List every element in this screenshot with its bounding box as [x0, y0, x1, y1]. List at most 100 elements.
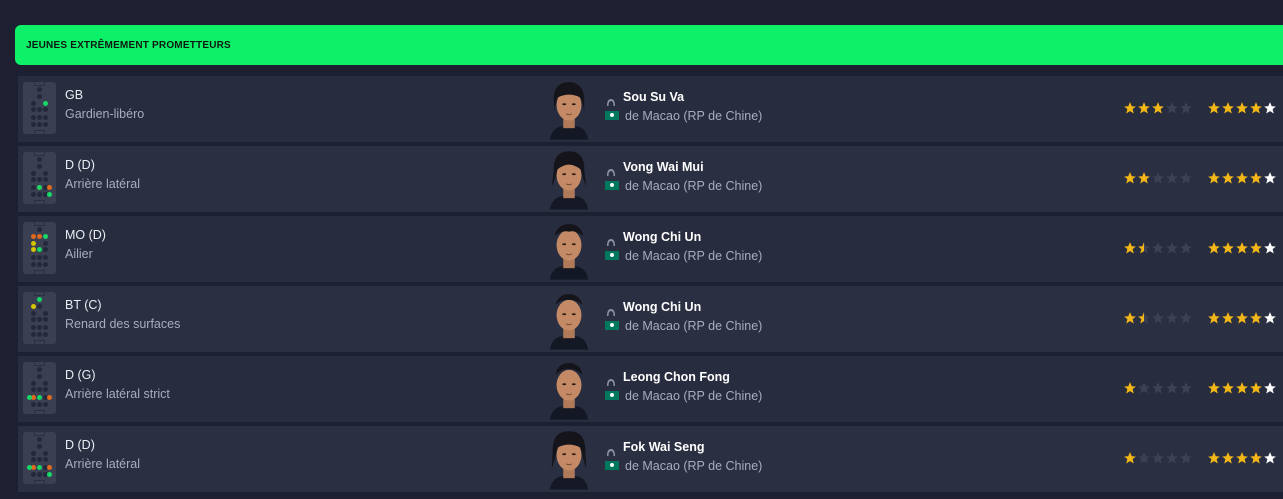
star-icon: [1166, 382, 1178, 394]
position-pitch-icon: [23, 152, 56, 204]
star-icon: [1152, 452, 1164, 464]
current-ability-stars: [1123, 381, 1193, 395]
role-label: Arrière latéral: [65, 177, 141, 191]
star-icon: [1264, 102, 1276, 114]
star-icon: [1208, 102, 1220, 114]
star-icon: [1208, 242, 1220, 254]
macau-flag-icon: [605, 251, 619, 260]
player-list: GB Gardien-libéro Sou Su Va de Macao (RP de…: [18, 76, 1283, 496]
potential-ability-stars: [1207, 311, 1277, 325]
person-icon: [606, 443, 616, 456]
person-icon: [606, 233, 616, 246]
star-icon: [1236, 382, 1248, 394]
star-icon: [1264, 242, 1276, 254]
position-label: D (D): [65, 438, 95, 452]
star-icon: [1138, 382, 1150, 394]
star-icon: [1166, 102, 1178, 114]
player-name-link[interactable]: Vong Wai Mui: [623, 160, 704, 174]
star-icon: [1264, 452, 1276, 464]
panel-title: JEUNES EXTRÊMEMENT PROMETTEURS: [26, 39, 231, 51]
macau-flag-icon: [605, 321, 619, 330]
player-name-link[interactable]: Fok Wai Seng: [623, 440, 705, 454]
role-label: Arrière latéral: [65, 457, 141, 471]
current-ability-stars: [1123, 171, 1193, 185]
star-icon: [1222, 172, 1234, 184]
position-label: D (G): [65, 368, 96, 382]
star-icon: [1152, 102, 1164, 114]
star-icon: [1236, 312, 1248, 324]
player-portrait: [546, 218, 592, 280]
nationality-label: de Macao (RP de Chine): [625, 109, 763, 123]
nationality-label: de Macao (RP de Chine): [625, 179, 763, 193]
current-ability-stars: [1123, 451, 1193, 465]
person-icon: [606, 93, 616, 106]
potential-ability-stars: [1207, 451, 1277, 465]
player-name-link[interactable]: Leong Chon Fong: [623, 370, 730, 384]
panel-header: JEUNES EXTRÊMEMENT PROMETTEURS: [15, 25, 1283, 65]
star-icon: [1138, 102, 1150, 114]
star-icon: [1222, 382, 1234, 394]
star-icon: [1222, 242, 1234, 254]
star-icon: [1180, 242, 1192, 254]
position-label: MO (D): [65, 228, 106, 242]
star-icon: [1180, 312, 1192, 324]
current-ability-stars: [1123, 241, 1193, 255]
star-icon: [1138, 312, 1150, 324]
nationality-label: de Macao (RP de Chine): [625, 459, 763, 473]
player-portrait: [546, 428, 592, 490]
star-icon: [1180, 172, 1192, 184]
person-icon: [606, 373, 616, 386]
macau-flag-icon: [605, 391, 619, 400]
star-icon: [1180, 452, 1192, 464]
player-portrait: [546, 148, 592, 210]
macau-flag-icon: [605, 111, 619, 120]
star-icon: [1250, 102, 1262, 114]
star-icon: [1264, 382, 1276, 394]
star-icon: [1222, 102, 1234, 114]
star-icon: [1124, 242, 1136, 254]
potential-ability-stars: [1207, 241, 1277, 255]
nationality-label: de Macao (RP de Chine): [625, 389, 763, 403]
star-icon: [1138, 172, 1150, 184]
star-icon: [1166, 242, 1178, 254]
role-label: Arrière latéral strict: [65, 387, 170, 401]
star-icon: [1124, 382, 1136, 394]
person-icon: [606, 303, 616, 316]
player-row[interactable]: GB Gardien-libéro Sou Su Va de Macao (RP de…: [18, 76, 1283, 142]
player-portrait: [546, 288, 592, 350]
macau-flag-icon: [605, 181, 619, 190]
star-icon: [1152, 242, 1164, 254]
star-icon: [1166, 452, 1178, 464]
star-icon: [1124, 312, 1136, 324]
star-icon: [1208, 452, 1220, 464]
player-name-link[interactable]: Sou Su Va: [623, 90, 684, 104]
star-icon: [1264, 312, 1276, 324]
player-row[interactable]: D (D) Arrière latéral Fok Wai Seng de Macao…: [18, 426, 1283, 492]
player-row[interactable]: MO (D) Ailier Wong Chi Un de Macao (RP de C…: [18, 216, 1283, 282]
player-row[interactable]: D (G) Arrière latéral strict Leong Chon Fo…: [18, 356, 1283, 422]
nationality-label: de Macao (RP de Chine): [625, 319, 763, 333]
star-icon: [1124, 172, 1136, 184]
star-icon: [1124, 452, 1136, 464]
star-icon: [1250, 172, 1262, 184]
star-icon: [1208, 172, 1220, 184]
star-icon: [1180, 102, 1192, 114]
player-name-link[interactable]: Wong Chi Un: [623, 230, 701, 244]
role-label: Gardien-libéro: [65, 107, 145, 121]
current-ability-stars: [1123, 101, 1193, 115]
star-icon: [1264, 172, 1276, 184]
nationality-label: de Macao (RP de Chine): [625, 249, 763, 263]
position-pitch-icon: [23, 82, 56, 134]
position-label: BT (C): [65, 298, 102, 312]
star-icon: [1236, 172, 1248, 184]
star-icon: [1208, 382, 1220, 394]
player-row[interactable]: BT (C) Renard des surfaces Wong Chi Un de M…: [18, 286, 1283, 352]
player-row[interactable]: D (D) Arrière latéral Vong Wai Mui de Macao…: [18, 146, 1283, 212]
star-icon: [1236, 242, 1248, 254]
star-icon: [1222, 312, 1234, 324]
star-icon: [1236, 452, 1248, 464]
player-name-link[interactable]: Wong Chi Un: [623, 300, 701, 314]
position-label: GB: [65, 88, 84, 102]
star-icon: [1250, 242, 1262, 254]
star-icon: [1138, 242, 1150, 254]
